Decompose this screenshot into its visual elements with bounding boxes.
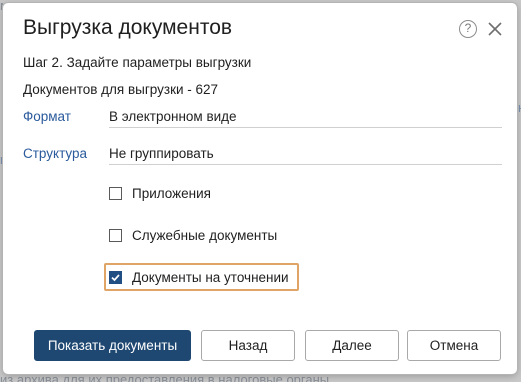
help-icon[interactable]: ? (459, 20, 477, 38)
back-button[interactable]: Назад (201, 330, 295, 361)
documents-count: Документов для выгрузки - 627 (23, 82, 219, 97)
dialog-title: Выгрузка документов (23, 16, 233, 39)
close-icon[interactable] (488, 22, 502, 36)
format-label[interactable]: Формат (23, 109, 71, 124)
show-documents-button[interactable]: Показать документы (34, 330, 191, 361)
checkbox-service-documents[interactable]: Служебные документы (109, 224, 277, 246)
structure-select[interactable]: Не группировать (109, 146, 502, 165)
checkbox-label: Приложения (132, 185, 211, 201)
checkmark-icon (111, 273, 120, 281)
next-button[interactable]: Далее (305, 330, 399, 361)
checkbox-label: Служебные документы (132, 227, 278, 243)
export-documents-dialog: Выгрузка документов ? Шаг 2. Задайте пар… (3, 3, 517, 374)
format-select[interactable]: В электронном виде (109, 109, 502, 128)
checkbox-documents-clarification[interactable]: Документы на уточнении (109, 266, 289, 288)
checkbox-box[interactable] (109, 228, 122, 242)
checkbox-box-checked[interactable] (109, 270, 122, 284)
checkbox-attachments[interactable]: Приложения (109, 182, 211, 204)
checkbox-label: Документы на уточнении (132, 269, 289, 285)
structure-label[interactable]: Структура (23, 146, 87, 161)
cancel-button[interactable]: Отмена (407, 330, 501, 361)
step-instruction: Шаг 2. Задайте параметры выгрузки (23, 55, 252, 70)
checkbox-box[interactable] (109, 186, 122, 200)
